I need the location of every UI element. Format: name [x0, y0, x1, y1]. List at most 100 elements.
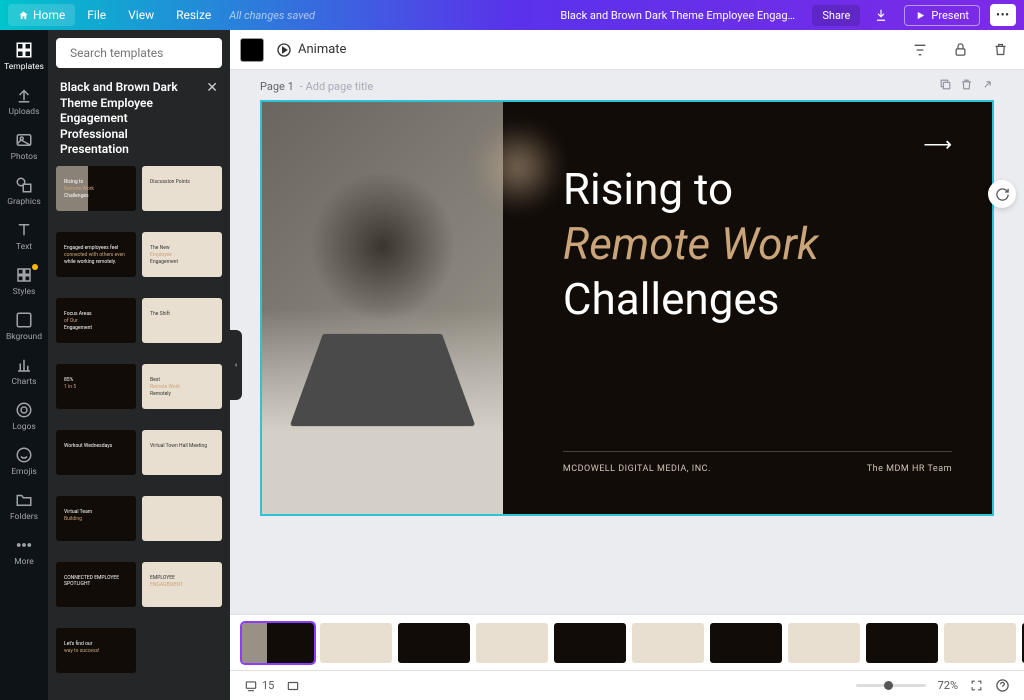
bkground-icon — [15, 311, 33, 329]
template-thumb[interactable]: Discussion Points — [142, 166, 222, 211]
template-thumb[interactable]: Virtual TeamBuilding — [56, 496, 136, 541]
page-number: Page 1 — [260, 80, 294, 93]
collapse-panel-button[interactable] — [230, 330, 242, 400]
topbar-left: Home File View Resize All changes saved — [8, 4, 315, 26]
template-thumb[interactable]: The Shift — [142, 298, 222, 343]
page-thumb[interactable] — [554, 623, 626, 663]
animate-button[interactable]: Animate — [276, 42, 346, 58]
slide-canvas[interactable]: ⟶ Rising to Remote Work Challenges MCDOW… — [260, 100, 994, 516]
background-color-swatch[interactable] — [240, 38, 264, 62]
page-thumb[interactable] — [632, 623, 704, 663]
save-status: All changes saved — [229, 9, 315, 22]
template-thumb[interactable]: BestRemote WorkRemotely — [142, 364, 222, 409]
play-icon — [915, 10, 926, 21]
emojis-icon — [15, 446, 33, 464]
rail-text[interactable]: Text — [0, 214, 48, 259]
rail-folders[interactable]: Folders — [0, 484, 48, 529]
uploads-icon — [15, 86, 33, 104]
trash-icon — [960, 78, 973, 91]
home-icon — [18, 10, 29, 21]
zoom-value: 72% — [938, 679, 958, 692]
resize-menu[interactable]: Resize — [166, 4, 221, 26]
rail-photos[interactable]: Photos — [0, 124, 48, 169]
lock-button[interactable] — [946, 36, 974, 64]
template-thumb[interactable]: Let's find ourway to success! — [56, 628, 136, 673]
template-thumb[interactable]: CONNECTED EMPLOYEE SPOTLIGHT — [56, 562, 136, 607]
page-more-button[interactable] — [981, 78, 994, 94]
page-thumb[interactable] — [866, 623, 938, 663]
animate-icon — [276, 42, 292, 58]
template-thumb[interactable]: Workout Wednesdays — [56, 430, 136, 475]
fullscreen-button[interactable] — [970, 679, 983, 692]
delete-page-button[interactable] — [960, 78, 973, 94]
slide-heading: Rising to Remote Work Challenges — [563, 162, 952, 327]
share-button[interactable]: Share — [812, 5, 860, 26]
chevron-left-icon — [233, 360, 239, 370]
template-thumb[interactable]: Rising toRemote WorkChallenges — [56, 166, 136, 211]
rail-uploads[interactable]: Uploads — [0, 79, 48, 124]
page-thumb[interactable] — [320, 623, 392, 663]
slide-image — [262, 102, 503, 514]
filter-button[interactable] — [906, 36, 934, 64]
comment-fab[interactable] — [988, 180, 1016, 208]
template-thumb[interactable]: 85%1 in 5 — [56, 364, 136, 409]
arrow-icon: ⟶ — [923, 132, 952, 156]
template-thumb[interactable] — [142, 496, 222, 541]
delete-button[interactable] — [986, 36, 1014, 64]
page-thumb[interactable] — [788, 623, 860, 663]
download-button[interactable] — [868, 4, 894, 26]
page-label-row: Page 1 - Add page title — [230, 70, 1024, 98]
home-button[interactable]: Home — [8, 4, 75, 26]
notes-icon — [286, 679, 300, 693]
zoom-slider[interactable] — [856, 684, 926, 687]
template-thumb[interactable]: EMPLOYEEENGAGEMENT — [142, 562, 222, 607]
rail-bkground[interactable]: Bkground — [0, 304, 48, 349]
rail-charts[interactable]: Charts — [0, 349, 48, 394]
logos-icon — [15, 401, 33, 419]
add-page-title[interactable]: - Add page title — [300, 80, 373, 93]
help-button[interactable] — [995, 678, 1010, 693]
template-thumb[interactable]: Focus Areasof OurEngagement — [56, 298, 136, 343]
text-icon — [15, 221, 33, 239]
rail-styles[interactable]: Styles — [0, 259, 48, 304]
template-thumb[interactable]: Virtual Town Hall Meeting — [142, 430, 222, 475]
rail-graphics[interactable]: Graphics — [0, 169, 48, 214]
photos-icon — [15, 131, 33, 149]
page-thumb[interactable] — [242, 623, 314, 663]
context-toolbar: Animate — [230, 30, 1024, 70]
template-thumb[interactable]: The NewEmployeeEngagement — [142, 232, 222, 277]
page-thumb[interactable] — [398, 623, 470, 663]
page-thumb[interactable] — [710, 623, 782, 663]
folders-icon — [15, 491, 33, 509]
close-panel-button[interactable]: ✕ — [206, 80, 218, 96]
file-menu[interactable]: File — [77, 4, 116, 26]
home-label: Home — [33, 8, 65, 22]
lock-icon — [953, 42, 968, 57]
template-thumbs: Rising toRemote WorkChallengesDiscussion… — [48, 166, 230, 700]
template-thumb[interactable]: Engaged employees feelconnected with oth… — [56, 232, 136, 277]
rail-more[interactable]: More — [0, 529, 48, 574]
rail-emojis[interactable]: Emojis — [0, 439, 48, 484]
document-title[interactable]: Black and Brown Dark Theme Employee Enga… — [560, 9, 800, 22]
search-input[interactable] — [70, 46, 226, 60]
rail-logos[interactable]: Logos — [0, 394, 48, 439]
notes-button[interactable] — [286, 679, 300, 693]
refresh-icon — [995, 187, 1010, 202]
expand-icon — [981, 78, 994, 91]
charts-icon — [15, 356, 33, 374]
duplicate-page-button[interactable] — [939, 78, 952, 94]
status-bar: 15 72% — [230, 670, 1024, 700]
help-icon — [995, 678, 1010, 693]
templates-panel: Black and Brown Dark Theme Employee Enga… — [48, 30, 230, 700]
pages-button[interactable]: 15 — [244, 679, 274, 693]
present-button[interactable]: Present — [904, 5, 980, 26]
view-menu[interactable]: View — [118, 4, 164, 26]
search-box[interactable] — [56, 38, 222, 68]
page-thumb[interactable] — [944, 623, 1016, 663]
top-bar: Home File View Resize All changes saved … — [0, 0, 1024, 30]
page-thumb[interactable] — [476, 623, 548, 663]
rail-templates[interactable]: Templates — [0, 34, 48, 79]
trash-icon — [993, 42, 1008, 57]
templates-icon — [15, 41, 33, 59]
more-button[interactable]: ••• — [990, 4, 1016, 26]
